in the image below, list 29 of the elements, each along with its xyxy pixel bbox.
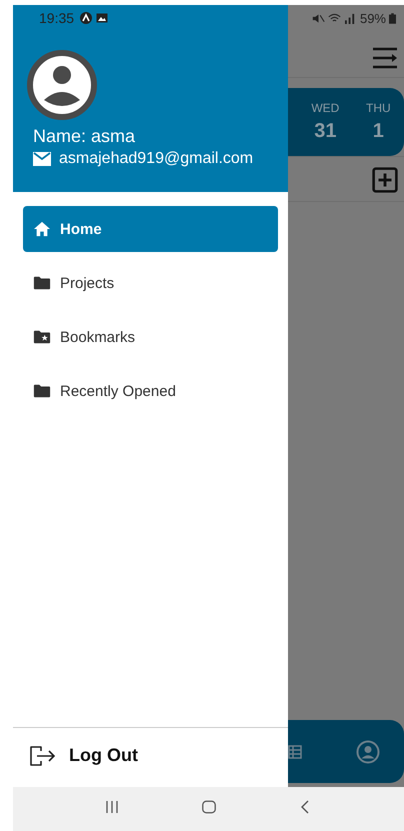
user-name: Name: asma (33, 126, 136, 147)
grid-icon[interactable] (288, 744, 302, 758)
menu-icon[interactable] (372, 47, 398, 69)
logout-icon (29, 744, 57, 766)
battery-icon (389, 12, 396, 24)
home-button-icon[interactable] (200, 799, 216, 815)
battery-percent: 59% (360, 10, 386, 26)
home-icon (33, 221, 51, 237)
date-number[interactable]: 1 (372, 120, 384, 143)
dimmed-backdrop[interactable]: 59% WED 31 THU 1 (288, 5, 404, 787)
weekday-label: WED (311, 101, 340, 115)
folder-icon (33, 275, 51, 291)
image-icon (96, 12, 108, 24)
weekday-label: THU (366, 101, 391, 115)
drawer-item[interactable]: Home (23, 206, 278, 252)
date-number[interactable]: 31 (314, 120, 336, 143)
avatar-icon (27, 50, 97, 120)
status-time: 19:35 (39, 10, 74, 26)
add-icon[interactable] (372, 167, 398, 193)
recent-apps-icon[interactable] (104, 799, 120, 815)
signal-icon (344, 12, 357, 24)
wifi-icon (328, 12, 341, 24)
mute-icon (312, 12, 325, 24)
mail-icon (33, 152, 51, 166)
folder-icon (33, 383, 51, 399)
profile-icon[interactable] (356, 740, 380, 764)
star-folder-icon (33, 329, 51, 345)
notification-icon (80, 12, 92, 24)
user-email: asmajehad919@gmail.com (59, 150, 254, 168)
